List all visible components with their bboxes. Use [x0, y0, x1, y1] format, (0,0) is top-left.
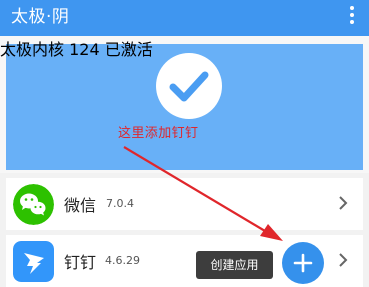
more-vertical-icon[interactable] [349, 6, 355, 28]
app-version: 7.0.4 [106, 197, 134, 210]
dingtalk-icon [13, 241, 54, 282]
annotation-text: 这里添加钉钉 [118, 126, 199, 141]
app-bar: 太极·阴 [0, 0, 369, 36]
chevron-right-icon [339, 253, 348, 267]
app-name: 微信 [64, 196, 97, 215]
list-item-wechat[interactable]: 微信 7.0.4 [6, 178, 363, 230]
chevron-right-icon [339, 196, 348, 210]
app-title: 太极·阴 [11, 7, 70, 27]
check-circle-icon [156, 53, 222, 119]
create-app-tooltip: 创建应用 [196, 251, 273, 279]
status-card[interactable] [6, 44, 363, 170]
status-text: 太极内核 124 已激活 [0, 40, 153, 59]
app-name: 钉钉 [64, 253, 97, 272]
app-version: 4.6.29 [105, 254, 140, 267]
plus-icon [293, 253, 313, 273]
wechat-icon [13, 184, 54, 225]
create-app-button[interactable] [282, 242, 324, 284]
